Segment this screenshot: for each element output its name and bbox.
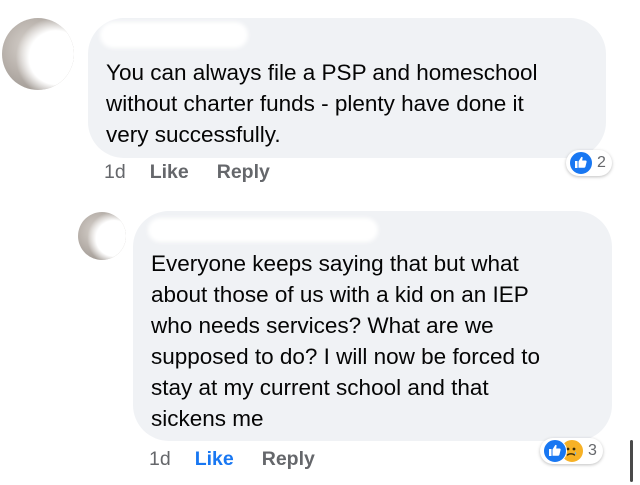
reaction-summary[interactable]: 3 [540, 438, 603, 464]
scrollbar[interactable] [630, 440, 633, 482]
like-icon [543, 439, 567, 463]
reaction-count: 3 [588, 442, 597, 459]
comment-text: You can always file a PSP and homeschool… [106, 60, 538, 147]
redacted-commenter-name [100, 22, 248, 48]
reply-button[interactable]: Reply [262, 448, 315, 471]
reply-button[interactable]: Reply [217, 161, 270, 184]
redacted-commenter-name [148, 218, 378, 242]
comment-actions: 1d Like Reply [149, 448, 315, 471]
commenter-avatar[interactable] [78, 212, 126, 260]
like-button[interactable]: Like [150, 161, 189, 184]
commenter-avatar[interactable] [2, 18, 74, 90]
reaction-summary[interactable]: 2 [566, 150, 612, 176]
comment-timestamp[interactable]: 1d [104, 161, 126, 184]
like-button[interactable]: Like [195, 448, 234, 471]
reaction-count: 2 [597, 154, 606, 171]
comment-text: Everyone keeps saying that but what abou… [151, 251, 540, 431]
comment-actions: 1d Like Reply [104, 161, 270, 184]
comment-timestamp[interactable]: 1d [149, 448, 171, 471]
like-icon [569, 151, 593, 175]
